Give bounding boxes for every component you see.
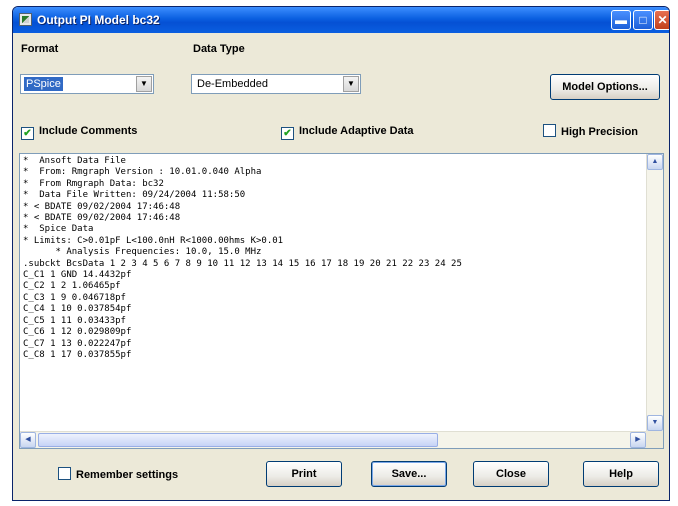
- scroll-corner: [646, 431, 663, 448]
- data-type-label: Data Type: [193, 43, 245, 55]
- text-line: * Spice Data: [23, 224, 94, 235]
- unchecked-box-icon: [543, 124, 556, 137]
- vertical-scrollbar[interactable]: ▲ ▼: [646, 154, 663, 431]
- chevron-down-icon[interactable]: ▼: [343, 76, 359, 92]
- help-button[interactable]: Help: [583, 461, 659, 487]
- text-line: * Analysis Frequencies: 10.0, 15.0 MHz: [23, 247, 262, 258]
- remember-settings-checkbox[interactable]: Remember settings: [58, 467, 178, 483]
- scroll-up-icon[interactable]: ▲: [647, 154, 663, 170]
- text-line: C_C4 1 10 0.037854pf: [23, 304, 132, 315]
- text-line: C_C3 1 9 0.046718pf: [23, 292, 126, 303]
- save-button[interactable]: Save...: [371, 461, 447, 487]
- maximize-button[interactable]: □: [633, 10, 653, 30]
- data-type-value: De-Embedded: [197, 78, 268, 90]
- output-pi-model-window: Output PI Model bc32 ▬ □ ✕ Format PSpice…: [12, 6, 670, 501]
- close-button[interactable]: Close: [473, 461, 549, 487]
- close-window-button[interactable]: ✕: [654, 10, 669, 30]
- text-line: * < BDATE 09/02/2004 17:46:48: [23, 201, 181, 212]
- window-title: Output PI Model bc32: [37, 13, 160, 27]
- text-line: C_C8 1 17 0.037855pf: [23, 349, 132, 360]
- chevron-down-icon[interactable]: ▼: [136, 76, 152, 92]
- title-bar[interactable]: Output PI Model bc32 ▬ □ ✕: [13, 7, 669, 33]
- minimize-icon: ▬: [615, 13, 627, 27]
- format-label: Format: [21, 43, 59, 55]
- text-line: C_C5 1 11 0.03433pf: [23, 315, 126, 326]
- scroll-down-icon[interactable]: ▼: [647, 415, 663, 431]
- remember-settings-label: Remember settings: [76, 469, 179, 481]
- text-line: .subckt BcsData 1 2 3 4 5 6 7 8 9 10 11 …: [23, 258, 462, 269]
- app-icon: [19, 13, 32, 26]
- high-precision-checkbox[interactable]: High Precision: [543, 124, 638, 140]
- vertical-scroll-track[interactable]: [648, 172, 662, 410]
- model-options-button[interactable]: Model Options...: [550, 74, 660, 100]
- checkmark-icon: ✔: [281, 127, 294, 140]
- high-precision-label: High Precision: [561, 126, 639, 138]
- minimize-button[interactable]: ▬: [611, 10, 631, 30]
- scroll-right-icon[interactable]: ▶: [630, 432, 646, 448]
- format-value: PSpice: [24, 77, 63, 91]
- close-icon: ✕: [657, 13, 668, 27]
- text-line: C_C1 1 GND 14.4432pf: [23, 270, 132, 281]
- horizontal-scrollbar[interactable]: ◀ ▶: [20, 431, 646, 448]
- maximize-icon: □: [639, 13, 647, 27]
- horizontal-scroll-thumb[interactable]: [38, 433, 438, 447]
- text-line: C_C7 1 13 0.022247pf: [23, 338, 132, 349]
- checkmark-icon: ✔: [21, 127, 34, 140]
- print-button[interactable]: Print: [266, 461, 342, 487]
- include-adaptive-data-checkbox[interactable]: ✔ Include Adaptive Data: [281, 124, 414, 140]
- text-line: * From Rmgraph Data: bc32: [23, 178, 164, 189]
- model-output-text[interactable]: * Ansoft Data File * From: Rmgraph Versio…: [19, 153, 664, 449]
- scroll-left-icon[interactable]: ◀: [20, 432, 36, 448]
- text-line: * From: Rmgraph Version : 10.01.0.040 Al…: [23, 167, 262, 178]
- text-line: * Limits: C>0.01pF L<100.0nH R<1000.00hm…: [23, 235, 284, 246]
- include-adaptive-data-label: Include Adaptive Data: [299, 125, 414, 137]
- unchecked-box-icon: [58, 467, 71, 480]
- model-output-lines: * Ansoft Data File * From: Rmgraph Versio…: [20, 154, 646, 431]
- text-line: * < BDATE 09/02/2004 17:46:48: [23, 213, 181, 224]
- text-line: * Ansoft Data File: [23, 156, 126, 166]
- data-type-select[interactable]: De-Embedded ▼: [191, 74, 361, 94]
- include-comments-checkbox[interactable]: ✔ Include Comments: [21, 124, 137, 140]
- text-line: C_C6 1 12 0.029809pf: [23, 327, 132, 338]
- text-line: * Data File Written: 09/24/2004 11:58:50: [23, 190, 246, 201]
- include-comments-label: Include Comments: [39, 125, 138, 137]
- text-line: C_C2 1 2 1.06465pf: [23, 281, 121, 292]
- format-select[interactable]: PSpice ▼: [20, 74, 154, 94]
